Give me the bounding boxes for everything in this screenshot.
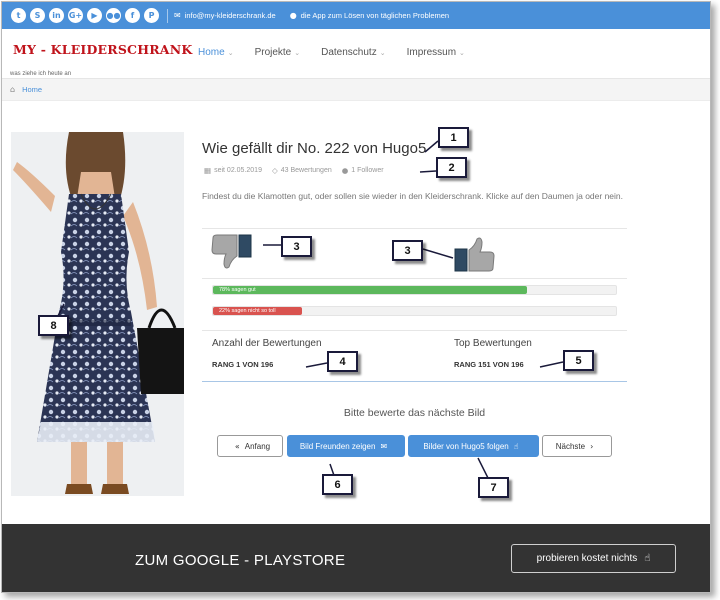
page-title: Wie gefällt dir No. 222 von Hugo5 — [202, 140, 427, 157]
app-text: die App zum Lösen von täglichen Probleme… — [300, 11, 450, 20]
hand-pointer-icon: ☝ — [513, 441, 519, 451]
envelope-icon: ✉ — [174, 11, 181, 20]
email-text: info@my-kleiderschrank.de — [184, 11, 276, 20]
meta-date-text: seit 02.05.2019 — [214, 167, 262, 174]
nav-label: Impressum — [406, 47, 457, 58]
users-icon: ● — [341, 166, 349, 175]
chevron-down-icon: ⌄ — [227, 48, 234, 57]
nav-label: Home — [198, 47, 225, 58]
description-text: Findest du die Klamotten gut, oder solle… — [202, 191, 623, 201]
meta-ratings: ◇ 43 Bewertungen — [272, 166, 332, 175]
callout-1: 1 — [438, 127, 469, 148]
home-icon: ⌂ — [10, 85, 16, 94]
start-button[interactable]: « Anfang — [217, 435, 283, 457]
chevron-right-icon: › — [590, 441, 594, 451]
hand-pointer-icon: ☝ — [644, 553, 651, 564]
share-button-label: Bild Freunden zeigen — [299, 441, 376, 451]
callout-3a: 3 — [281, 236, 312, 257]
site-logo[interactable]: MY - KLEIDERSCHRANK — [13, 42, 192, 57]
site-header: MY - KLEIDERSCHRANK was ziehe ich heute … — [2, 29, 710, 79]
count-title: Anzahl der Bewertungen — [212, 338, 322, 349]
thumbs-down-button[interactable] — [211, 234, 253, 275]
post-meta: ▦ seit 02.05.2019 ◇ 43 Bewertungen ● 1 F… — [204, 166, 394, 175]
bad-rating-label: 22% sagen nicht so toll — [219, 308, 276, 314]
envelope-icon: ✉ — [380, 441, 388, 451]
good-rating-label: 78% sagen gut — [219, 287, 256, 293]
googleplus-icon[interactable]: G+ — [68, 8, 83, 23]
share-button[interactable]: Bild Freunden zeigen ✉ — [287, 435, 405, 457]
thumbs-down-icon — [211, 234, 252, 269]
flickr-icon[interactable]: ●● — [106, 8, 121, 23]
top-value: RANG 151 VON 196 — [454, 360, 524, 369]
nav-item-projekte[interactable]: Projekte ⌄ — [255, 47, 301, 58]
divider — [202, 330, 627, 331]
next-button[interactable]: Nächste › — [542, 435, 612, 457]
next-button-label: Nächste — [555, 441, 586, 451]
breadcrumb-home-link[interactable]: Home — [22, 85, 42, 94]
map-marker-icon: ● — [289, 11, 297, 20]
dress-illustration — [13, 132, 184, 494]
linkedin-icon[interactable]: in — [49, 8, 64, 23]
playstore-button-label: probieren kostet nichts — [536, 553, 638, 564]
bad-rating-fill: 22% sagen nicht so toll — [213, 307, 302, 315]
footer-banner: ZUM GOOGLE - PLAYSTORE probieren kostet … — [2, 524, 710, 592]
meta-date: ▦ seit 02.05.2019 — [204, 166, 262, 175]
divider — [167, 8, 168, 23]
double-chevron-icon: « — [234, 441, 240, 451]
good-rating-fill: 78% sagen gut — [213, 286, 528, 294]
twitter-icon[interactable]: t — [11, 8, 26, 23]
follow-button[interactable]: Bilder von Hugo5 folgen ☝ — [408, 435, 539, 457]
callout-2: 2 — [436, 157, 467, 178]
facebook-icon[interactable]: f — [125, 8, 140, 23]
footer-title: ZUM GOOGLE - PLAYSTORE — [135, 552, 346, 569]
thumbs-up-icon — [454, 237, 495, 272]
pinterest-icon[interactable]: P — [144, 8, 159, 23]
chevron-down-icon: ⌄ — [294, 48, 301, 57]
start-button-label: Anfang — [244, 441, 271, 451]
nav-label: Datenschutz — [321, 47, 377, 58]
good-rating-bar: 78% sagen gut — [212, 285, 617, 295]
meta-ratings-text: 43 Bewertungen — [280, 167, 332, 174]
app-window: t S in G+ ▶ ●● f P ✉ info@my-kleiderschr… — [1, 1, 711, 593]
youtube-icon[interactable]: ▶ — [87, 8, 102, 23]
meta-followers: ● 1 Follower — [342, 166, 384, 175]
tag-icon: ◇ — [271, 166, 278, 175]
chevron-down-icon: ⌄ — [459, 48, 465, 57]
nav-label: Projekte — [254, 47, 292, 58]
callout-4: 4 — [327, 351, 358, 372]
next-prompt: Bitte bewerte das nächste Bild — [343, 407, 486, 419]
divider — [202, 381, 627, 382]
callout-6: 6 — [322, 474, 353, 495]
email-link[interactable]: ✉ info@my-kleiderschrank.de — [174, 11, 276, 20]
callout-7: 7 — [478, 477, 509, 498]
playstore-button[interactable]: probieren kostet nichts ☝ — [511, 544, 676, 573]
calendar-icon: ▦ — [204, 166, 212, 175]
divider — [202, 278, 627, 279]
divider — [202, 228, 627, 229]
callout-3b: 3 — [392, 240, 423, 261]
main-nav: Home ⌄ Projekte ⌄ Datenschutz ⌄ Impressum ⌄ — [198, 47, 486, 58]
callout-8: 8 — [38, 315, 69, 336]
bad-rating-bar: 22% sagen nicht so toll — [212, 306, 617, 316]
follow-button-label: Bilder von Hugo5 folgen — [423, 441, 509, 451]
breadcrumb: ⌂ Home — [2, 79, 710, 101]
top-bar: t S in G+ ▶ ●● f P ✉ info@my-kleiderschr… — [2, 2, 710, 29]
chevron-down-icon: ⌄ — [379, 48, 386, 57]
meta-followers-text: 1 Follower — [351, 167, 384, 174]
nav-item-home[interactable]: Home ⌄ — [198, 47, 234, 58]
skype-icon[interactable]: S — [30, 8, 45, 23]
nav-item-datenschutz[interactable]: Datenschutz ⌄ — [321, 47, 385, 58]
site-tagline: was ziehe ich heute an — [10, 71, 72, 77]
product-photo — [11, 132, 184, 496]
callout-5: 5 — [563, 350, 594, 371]
app-info: ● die App zum Lösen von täglichen Proble… — [290, 11, 449, 20]
thumbs-up-button[interactable] — [453, 236, 495, 277]
nav-item-impressum[interactable]: Impressum ⌄ — [407, 47, 465, 58]
count-value: RANG 1 VON 196 — [212, 360, 274, 369]
top-title: Top Bewertungen — [454, 338, 532, 349]
